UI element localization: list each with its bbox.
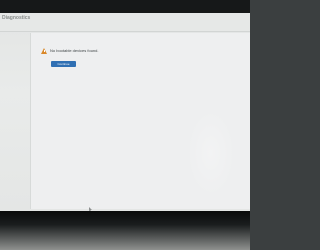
- app-title: Diagnostics: [2, 15, 31, 21]
- photo-background: Diagnostics No bootable devices found. C…: [0, 0, 250, 250]
- monitor-screen: Diagnostics No bootable devices found. C…: [0, 13, 250, 211]
- screen-glare: [186, 108, 236, 198]
- desk-bottom-edge: [0, 211, 250, 250]
- alert-message: No bootable devices found.: [50, 48, 99, 53]
- app-header: Diagnostics: [0, 13, 250, 32]
- continue-button[interactable]: Continue: [51, 61, 76, 67]
- warning-icon: [41, 48, 47, 54]
